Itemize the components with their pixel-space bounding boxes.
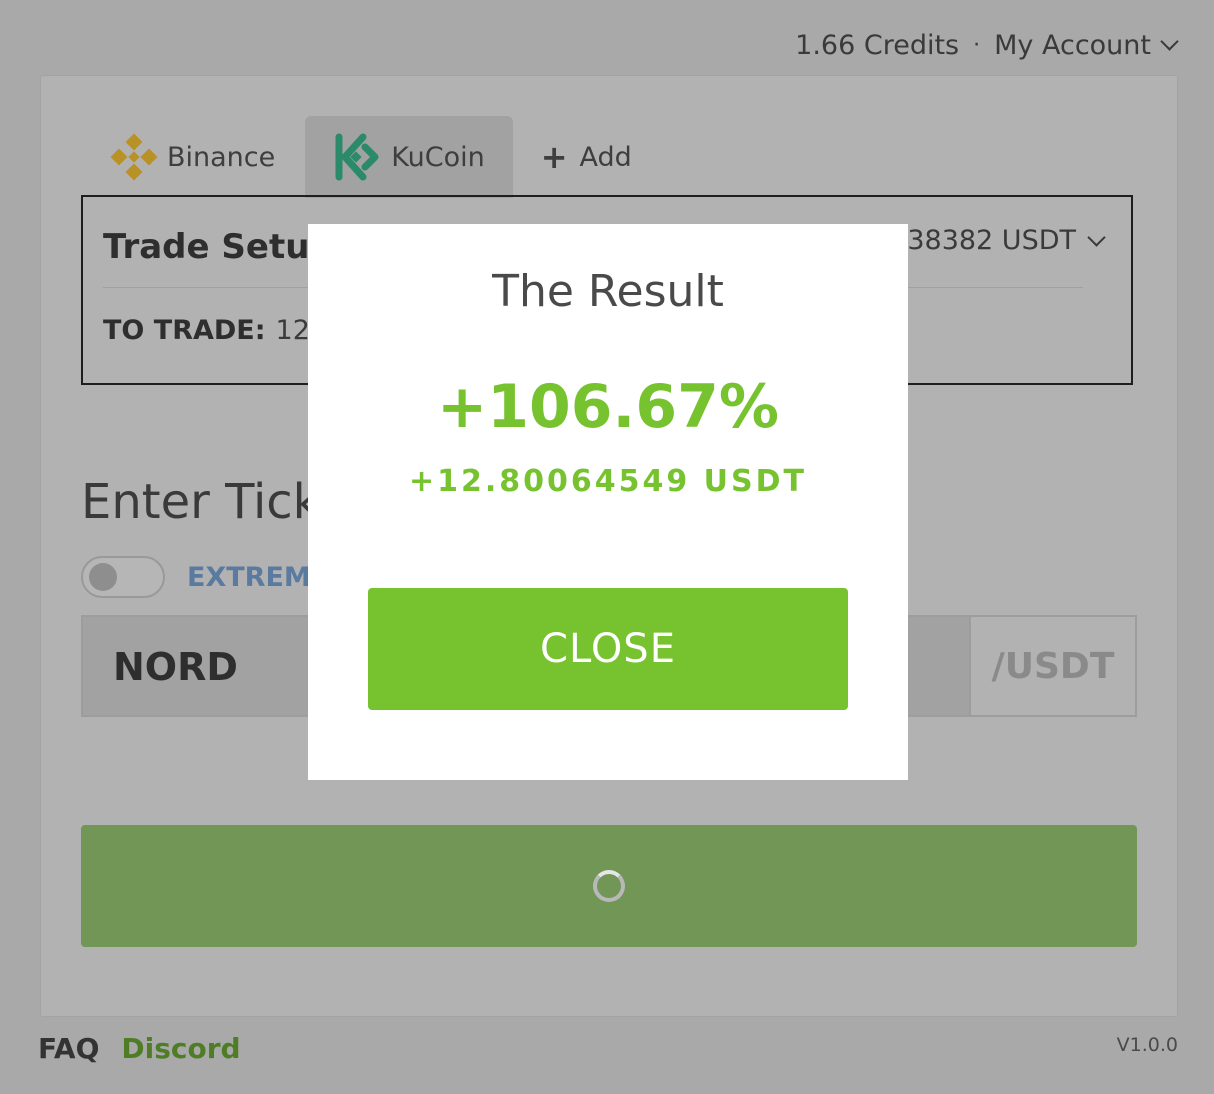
tab-kucoin[interactable]: KuCoin xyxy=(305,116,513,198)
faq-link[interactable]: FAQ xyxy=(38,1032,99,1065)
tab-kucoin-label: KuCoin xyxy=(391,141,485,173)
result-percent: +106.67% xyxy=(437,372,779,442)
binance-logo-icon xyxy=(110,133,158,181)
tab-binance-label: Binance xyxy=(167,141,276,173)
my-account-label: My Account xyxy=(994,30,1151,61)
tab-binance[interactable]: Binance xyxy=(109,116,303,198)
result-modal: The Result +106.67% +12.80064549 USDT CL… xyxy=(308,224,908,780)
toggle-knob xyxy=(89,563,117,591)
discord-link[interactable]: Discord xyxy=(121,1032,240,1065)
my-account-menu[interactable]: My Account xyxy=(994,30,1179,61)
to-trade-row: TO TRADE: 12.0 xyxy=(103,315,336,346)
version-label: V1.0.0 xyxy=(1116,1034,1178,1056)
balance-dropdown[interactable]: 338382 USDT xyxy=(890,225,1106,256)
to-trade-label: TO TRADE: xyxy=(103,315,266,346)
ticker-value: NORD xyxy=(113,645,238,689)
trade-setup-title: Trade Setup xyxy=(103,227,334,267)
exchange-tabs: Binance KuCoin + Add xyxy=(109,116,660,198)
separator: · xyxy=(973,33,981,58)
chevron-down-icon xyxy=(1087,228,1106,247)
chevron-down-icon xyxy=(1160,32,1179,51)
balance-value: 338382 USDT xyxy=(890,225,1076,256)
extreme-toggle[interactable] xyxy=(81,556,165,598)
footer-links: FAQ Discord xyxy=(38,1032,241,1065)
plus-icon: + xyxy=(540,138,568,176)
loading-spinner-icon xyxy=(593,870,625,902)
modal-title: The Result xyxy=(492,266,724,317)
tab-add-label: Add xyxy=(579,141,632,173)
quote-currency-suffix: /USDT xyxy=(969,617,1135,715)
tab-add[interactable]: + Add xyxy=(513,116,660,198)
credits-label: 1.66 Credits xyxy=(795,30,960,61)
close-button[interactable]: CLOSE xyxy=(368,588,848,710)
result-amount: +12.80064549 USDT xyxy=(408,464,808,499)
kucoin-logo-icon xyxy=(335,133,379,181)
trade-button[interactable] xyxy=(81,825,1137,947)
account-bar: 1.66 Credits · My Account xyxy=(795,30,1179,61)
